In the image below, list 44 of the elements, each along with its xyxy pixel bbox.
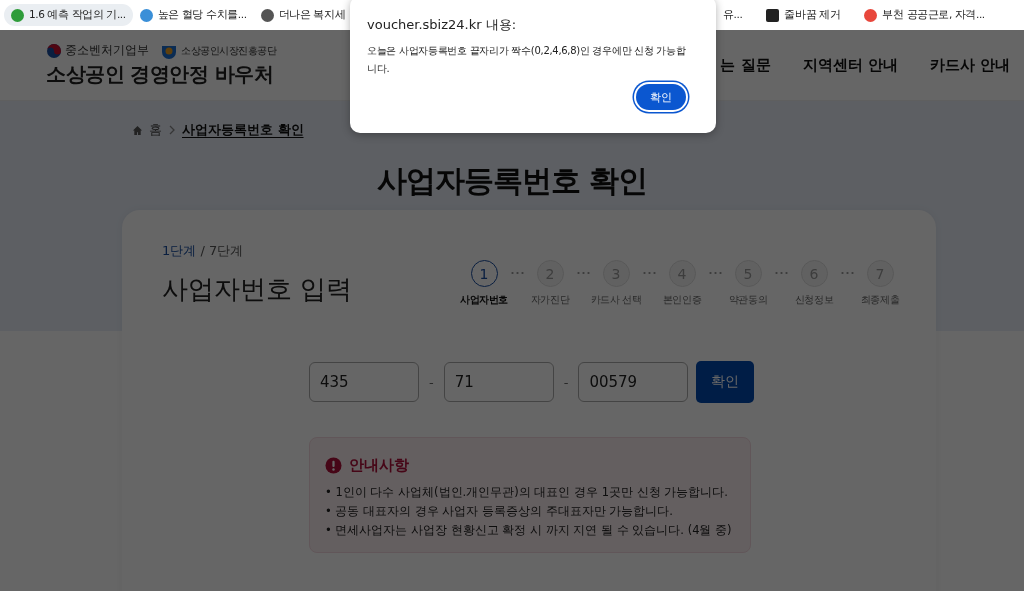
number-input[interactable]: 435 <box>309 362 419 402</box>
bookmark[interactable]: 높은 혈당 수치를... <box>132 4 254 26</box>
chevron-icon <box>168 125 176 135</box>
site-icon <box>260 8 274 22</box>
breadcrumb-current: 사업자등록번호 확인 <box>182 121 304 139</box>
bookmark[interactable]: 유... <box>716 4 750 26</box>
bookmark[interactable]: 더나은 복지세 <box>253 4 353 26</box>
step-current: 1단계 <box>162 243 197 258</box>
breadcrumb-link[interactable]: 홈 <box>149 121 162 139</box>
notice-title: 안내사항 <box>349 456 409 475</box>
dialog-message: 오늘은 사업자등록번호 끝자리가 짝수(0,2,4,6,8)인 경우에만 신청 가능합니다. <box>367 44 686 76</box>
step-label: 사업자번호 <box>460 293 508 307</box>
notice-text: • 면세사업자는 사업장 현황신고 확정 시 까지 지연 될 수 있습니다. (4월 중) <box>325 522 733 539</box>
separator: - <box>563 374 569 390</box>
number-input[interactable]: 00579 <box>578 362 689 402</box>
number-input[interactable]: 71 <box>443 362 554 402</box>
bookmark[interactable]: 줄바꿈 제거 <box>759 4 848 26</box>
dialog-title: voucher.sbiz24.kr 내용: <box>367 16 518 34</box>
site-icon <box>139 8 153 22</box>
separator: - <box>429 374 434 390</box>
site-title[interactable]: 소상공인 경영안정 바우처 <box>46 61 276 88</box>
ministry-name: 중소벤처기업부 <box>65 42 149 59</box>
step-total: / 7단계 <box>200 243 244 258</box>
ok-button[interactable]: 확인 <box>636 84 686 110</box>
alert-icon <box>325 457 342 474</box>
agency-name: 소상공인시장진흥공단 <box>181 43 276 58</box>
section-heading: 사업자번호 입력 <box>162 273 353 306</box>
site-icon <box>11 8 24 22</box>
nav-link[interactable]: 카드사 안내 <box>929 55 1010 75</box>
nav-link[interactable]: 는 질문 <box>720 55 771 75</box>
emblem-icon <box>46 42 62 59</box>
notice-text: • 1인이 다수 사업체(법인.개인무관)의 대표인 경우 1곳만 신청 가능합니다. <box>325 484 729 501</box>
step-label: 자가진단 <box>530 293 570 307</box>
site-icon <box>864 8 878 22</box>
step-number: 1 <box>470 260 498 287</box>
home-icon <box>132 124 143 136</box>
step-label: 신청정보 <box>794 293 834 307</box>
page-title: 사업자등록번호 확인 <box>376 162 648 200</box>
notice-text: • 공동 대표자의 경우 사업자 등록증상의 주대표자만 가능합니다. <box>325 503 675 520</box>
site-icon <box>766 8 780 22</box>
confirm-button[interactable]: 확인 <box>696 361 755 403</box>
bookmark[interactable]: 부천 공공근로, 자격... <box>857 4 992 26</box>
nav-link[interactable]: 지역센터 안내 <box>802 55 898 75</box>
bookmark[interactable]: 1.6 예측 작업의 기... <box>4 4 133 26</box>
